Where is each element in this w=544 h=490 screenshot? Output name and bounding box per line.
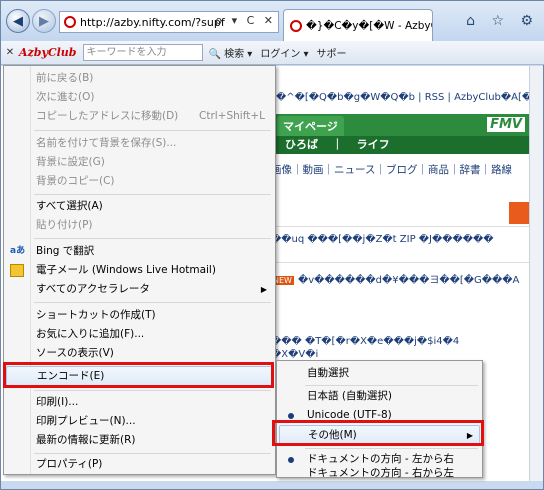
news-text: �v������d�¥���ヨ��[�G���A (297, 275, 520, 286)
menu-item-label: 電子メール (Windows Live Hotmail) (36, 264, 216, 276)
toolbar-login-button[interactable]: ログイン ▾ (260, 45, 308, 60)
menu-item-label: コピーしたアドレスに移動(D) (36, 110, 179, 122)
menu-item-label: Bing で翻訳 (36, 245, 95, 257)
divider (271, 262, 531, 263)
tab-favicon-icon (290, 19, 302, 32)
submenu-item-japanese-auto[interactable]: 日本語 (自動選択) (279, 387, 480, 406)
menu-item-refresh[interactable]: 最新の情報に更新(R) (6, 431, 273, 450)
menu-item-email-hotmail[interactable]: 電子メール (Windows Live Hotmail) (6, 261, 273, 280)
menu-separator (34, 302, 271, 303)
radio-selected-icon (288, 413, 294, 419)
search-category-nav[interactable]: 画像｜動画｜ニュース｜ブログ｜商品｜辞書｜路線 (271, 162, 531, 180)
toolbar-close-icon[interactable]: ✕ (1, 47, 19, 58)
menu-separator (34, 453, 271, 454)
menu-item-select-all[interactable]: すべて選択(A) (6, 197, 273, 216)
menu-item-bing-translate[interactable]: aあ Bing で翻訳 (6, 242, 273, 261)
menu-item-print[interactable]: 印刷(I)... (6, 393, 273, 412)
toolbar-support-button[interactable]: サポー (317, 45, 347, 60)
menu-item-copy-background[interactable]: 背景のコピー(C) (6, 172, 273, 191)
highlight-box-encode (3, 362, 274, 388)
menu-item-set-background[interactable]: 背景に設定(G) (6, 153, 273, 172)
forward-button[interactable]: ▶ (32, 9, 56, 33)
forward-arrow-icon: ▶ (39, 13, 49, 29)
news-row[interactable]: �X�V�i (271, 349, 531, 360)
address-url: http://azby.nifty.com/?supf (80, 15, 225, 29)
menu-separator (305, 385, 478, 386)
menu-item-save-background[interactable]: 名前を付けて背景を保存(S)... (6, 134, 273, 153)
azby-toolbar: ✕ AzbyClub キーワードを入力 🔍 検索 ▾ ログイン ▾ サポー (1, 41, 544, 65)
divider (271, 226, 531, 227)
news-row[interactable]: ��� �T�[�r�X�e���j�$i4�4 (271, 336, 531, 347)
fmv-logo: FMV (487, 117, 525, 132)
menu-item-print-preview[interactable]: 印刷プレビュー(N)... (6, 412, 273, 431)
email-icon (10, 264, 24, 277)
menu-item-view-source[interactable]: ソースの表示(V) (6, 344, 273, 363)
menu-item-goto-copied-address[interactable]: コピーしたアドレスに移動(D) Ctrl+Shift+L (6, 107, 273, 126)
news-row[interactable]: NEW �v������d�¥���ヨ��[�G���A (271, 271, 531, 286)
menu-item-properties[interactable]: プロパティ(P) (6, 455, 273, 474)
address-bar[interactable]: http://azby.nifty.com/?supf ρ ▾ C ✕ (59, 11, 279, 33)
menu-item-add-favorite[interactable]: お気に入りに追加(F)... (6, 325, 273, 344)
back-button[interactable]: ◀ (6, 9, 30, 33)
menu-separator (34, 390, 271, 391)
context-menu: 前に戻る(B) 次に進む(O) コピーしたアドレスに移動(D) Ctrl+Shif… (3, 65, 276, 475)
radio-selected-icon (288, 457, 294, 463)
menu-item-all-accelerators[interactable]: すべてのアクセラレータ ▶ (6, 280, 273, 299)
toolbar-search-input[interactable]: キーワードを入力 (82, 44, 203, 61)
menu-separator (34, 130, 271, 131)
highlight-box-other (272, 420, 484, 446)
submenu-arrow-icon: ▶ (260, 285, 267, 294)
address-controls[interactable]: ρ ▾ C ✕ (215, 14, 276, 27)
menu-item-paste[interactable]: 貼り付け(P) (6, 216, 273, 235)
menu-separator (34, 238, 271, 239)
vertical-scrollbar[interactable] (529, 66, 543, 481)
page-header-links[interactable]: �^�[�Q�b�g�W�Q�b | RSS | AzbyClub�Ȃ[� (276, 92, 531, 103)
toolbar-search-button[interactable]: 🔍 検索 ▾ (209, 45, 253, 60)
browser-controls[interactable]: ⌂ ☆ ⚙ (466, 13, 539, 29)
translate-icon: aあ (10, 246, 26, 256)
tab-azbyclub[interactable]: �}�C�y�[�W - AzbyClub... ✕ (283, 9, 433, 41)
search-go-button[interactable] (509, 202, 531, 224)
site-subnav[interactable]: ひろば ｜ ライフ (271, 136, 531, 154)
menu-item-label: ドキュメントの方向 - 左から右 (307, 453, 454, 465)
menu-separator (34, 194, 271, 195)
tab-title: �}�C�y�[�W - AzbyClub... (306, 19, 432, 32)
menu-item-back[interactable]: 前に戻る(B) (6, 69, 273, 88)
menu-item-create-shortcut[interactable]: ショートカットの作成(T) (6, 306, 273, 325)
tab-mypage[interactable]: マイページ (277, 116, 344, 136)
news-row[interactable]: ��uq ���[��j�Z�t ZIP �J������ (271, 234, 531, 245)
title-bar: ◀ ▶ http://azby.nifty.com/?supf ρ ▾ C ✕ … (1, 1, 544, 41)
menu-separator (305, 448, 478, 449)
back-arrow-icon: ◀ (13, 13, 23, 29)
encode-submenu: 自動選択 日本語 (自動選択) Unicode (UTF-8) その他(M) ▶ … (276, 360, 483, 481)
nifty-favicon-icon (64, 16, 76, 28)
submenu-item-auto-select[interactable]: 自動選択 (279, 364, 480, 383)
menu-item-shortcut: Ctrl+Shift+L (199, 110, 265, 122)
submenu-item-direction-rtl[interactable]: ドキュメントの方向 - 右から左 (279, 467, 480, 481)
site-nav-bar: マイページ FMV (271, 114, 531, 136)
menu-item-forward[interactable]: 次に進む(O) (6, 88, 273, 107)
azbyclub-logo[interactable]: AzbyClub (19, 46, 77, 59)
menu-item-label: すべてのアクセラレータ (36, 283, 150, 295)
